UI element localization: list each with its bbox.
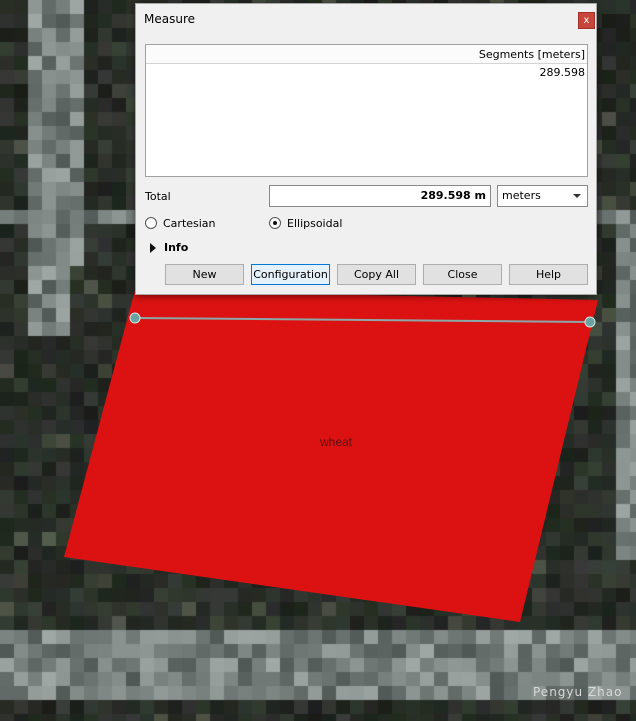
measure-vertex-start[interactable] xyxy=(129,312,141,324)
radio-label: Cartesian xyxy=(163,217,216,230)
close-button[interactable]: Close xyxy=(423,264,502,285)
dialog-title: Measure xyxy=(144,12,195,26)
total-field[interactable]: 289.598 m xyxy=(269,185,491,207)
total-label: Total xyxy=(145,190,171,203)
new-button[interactable]: New xyxy=(165,264,244,285)
segments-column-header[interactable]: Segments [meters] xyxy=(146,45,587,64)
segments-table[interactable]: Segments [meters] 289.598 xyxy=(145,44,588,177)
configuration-button[interactable]: Configuration xyxy=(251,264,330,285)
dialog-titlebar[interactable]: Measure x xyxy=(136,4,596,35)
info-label: Info xyxy=(164,241,189,254)
close-icon[interactable]: x xyxy=(578,12,595,29)
wheat-field-polygon[interactable] xyxy=(64,290,598,622)
help-button[interactable]: Help xyxy=(509,264,588,285)
watermark: Pengyu Zhao xyxy=(533,685,623,699)
map-canvas[interactable]: wheat Pengyu Zhao Measure x Segments [me… xyxy=(0,0,636,721)
feature-label: wheat xyxy=(319,435,353,449)
expand-arrow-icon xyxy=(150,243,156,253)
measure-dialog: Measure x Segments [meters] 289.598 Tota… xyxy=(135,3,597,295)
radio-circle-icon xyxy=(145,217,157,229)
radio-selected-icon xyxy=(269,217,281,229)
chevron-down-icon xyxy=(573,194,581,198)
unit-select[interactable]: meters xyxy=(497,185,588,207)
measure-vertex-end[interactable] xyxy=(584,316,596,328)
table-row[interactable]: 289.598 xyxy=(146,66,587,80)
unit-select-value: meters xyxy=(502,189,541,202)
copy-all-button[interactable]: Copy All xyxy=(337,264,416,285)
radio-label: Ellipsoidal xyxy=(287,217,343,230)
